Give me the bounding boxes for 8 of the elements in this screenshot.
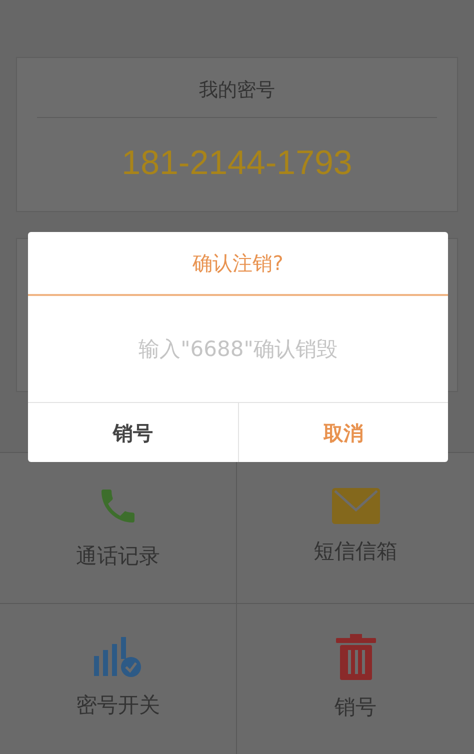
card-title: 我的密号: [199, 78, 275, 103]
signal-bars-check-icon: [94, 636, 142, 678]
envelope-icon: [332, 488, 380, 524]
dialog-button[interactable]: 取消: [238, 403, 448, 462]
dialog-title: 确认注销?: [192, 250, 284, 277]
secret-number: 181-2144-1793: [122, 142, 352, 184]
tile-label: 销号: [334, 694, 376, 721]
trash-can-icon: [336, 634, 376, 680]
